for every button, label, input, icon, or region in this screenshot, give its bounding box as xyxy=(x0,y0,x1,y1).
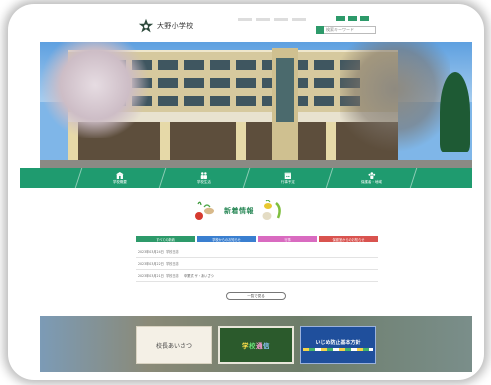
nav-label: 保護者・地域 xyxy=(361,179,383,184)
tab-health-notices[interactable]: 保健室からのお知らせ xyxy=(319,236,378,242)
news-item[interactable]: 2023年03月24日 学校日誌 xyxy=(136,246,378,258)
search-icon[interactable] xyxy=(316,26,324,34)
news-date: 2023年03月24日 xyxy=(138,250,164,254)
utility-button[interactable] xyxy=(336,16,345,21)
people-icon xyxy=(200,171,208,179)
news-date: 2023年03月22日 xyxy=(138,262,164,266)
newsletter-char: 信 xyxy=(263,342,270,350)
web-page: 大野小学校 検索キーワード 学校概要 学校生活 行事予定 保護者・地域 新着情報… xyxy=(20,12,472,372)
anti-bullying-stripe xyxy=(303,348,373,351)
news-title: 新着情報 xyxy=(224,206,254,215)
news-section: 新着情報 すべての新着 学校からのお知らせ 行事 保健室からのお知らせ 2023… xyxy=(20,188,472,316)
banner-area: 校長あいさつ 学校通信 いじめ防止基本方針 xyxy=(40,316,472,372)
main-nav: 学校概要 学校生活 行事予定 保護者・地域 xyxy=(20,168,472,188)
site-logo[interactable]: 大野小学校 xyxy=(138,18,194,34)
nav-spacer-left xyxy=(20,168,81,188)
calendar-icon xyxy=(284,172,292,179)
anti-bullying-policy-banner[interactable]: いじめ防止基本方針 xyxy=(300,326,376,364)
hero-pillar xyxy=(236,122,246,160)
newsletter-char: 通 xyxy=(256,342,263,350)
news-category: 学校日誌 xyxy=(166,274,179,278)
newsletter-char: 学 xyxy=(242,342,249,350)
nav-item-events[interactable]: 行事予定 xyxy=(242,168,333,188)
hero-cherry-tree xyxy=(40,42,150,138)
news-category-tabs: すべての新着 学校からのお知らせ 行事 保健室からのお知らせ xyxy=(136,236,378,242)
group-icon xyxy=(368,171,376,179)
header-link[interactable] xyxy=(274,18,288,21)
school-name: 大野小学校 xyxy=(157,22,194,30)
search-box: 検索キーワード xyxy=(316,26,376,34)
nav-item-guardians[interactable]: 保護者・地域 xyxy=(326,168,417,188)
anti-bullying-label: いじめ防止基本方針 xyxy=(315,340,361,346)
principal-greeting-banner[interactable]: 校長あいさつ xyxy=(136,326,212,364)
nav-label: 学校生活 xyxy=(197,179,212,184)
header-links xyxy=(238,18,306,21)
view-all-news-button[interactable]: 一覧で見る xyxy=(226,292,286,300)
news-heading: 新着情報 xyxy=(192,200,286,222)
news-category: 学校日誌 xyxy=(166,250,179,254)
nav-item-school-life[interactable]: 学校生活 xyxy=(158,168,249,188)
hero-tower-glass xyxy=(276,58,294,122)
principal-greeting-label: 校長あいさつ xyxy=(155,342,192,350)
search-input[interactable]: 検索キーワード xyxy=(324,27,354,33)
tab-all-news[interactable]: すべての新着 xyxy=(136,236,195,242)
school-newsletter-label: 学校通信 xyxy=(242,340,270,350)
header-link[interactable] xyxy=(238,18,252,21)
screenshot-frame: 大野小学校 検索キーワード 学校概要 学校生活 行事予定 保護者・地域 新着情報… xyxy=(8,4,484,380)
school-emblem-icon xyxy=(138,18,154,33)
nav-item-school-overview[interactable]: 学校概要 xyxy=(74,168,165,188)
hero-pillar xyxy=(326,122,336,160)
nav-spacer-right xyxy=(409,168,472,188)
nav-label: 行事予定 xyxy=(280,179,295,184)
news-list: 2023年03月24日 学校日誌 2023年03月22日 学校日誌 2023年0… xyxy=(136,246,378,282)
news-item[interactable]: 2023年03月22日 学校日誌 xyxy=(136,258,378,270)
header-link[interactable] xyxy=(292,18,306,21)
vegetables-illustration-icon xyxy=(195,201,214,220)
hero-evergreen-tree xyxy=(440,72,470,152)
header-link[interactable] xyxy=(256,18,270,21)
news-item[interactable]: 2023年03月21日 学校日誌 卒業式 ザ・あいざつ xyxy=(136,270,378,282)
news-category: 学校日誌 xyxy=(166,262,179,266)
tab-events[interactable]: 行事 xyxy=(258,236,317,242)
site-header: 大野小学校 検索キーワード xyxy=(20,12,472,42)
newsletter-char: 校 xyxy=(249,342,256,350)
hero-photo-school-building xyxy=(40,42,472,168)
school-icon xyxy=(116,171,125,179)
fruits-illustration-icon xyxy=(262,200,281,220)
school-newsletter-banner[interactable]: 学校通信 xyxy=(218,326,294,364)
tab-school-notices[interactable]: 学校からのお知らせ xyxy=(197,236,256,242)
utility-button[interactable] xyxy=(360,16,369,21)
utility-button[interactable] xyxy=(348,16,357,21)
utility-buttons xyxy=(336,16,369,21)
nav-label: 学校概要 xyxy=(113,179,128,184)
news-date: 2023年03月21日 xyxy=(138,274,164,278)
hero-pillar xyxy=(160,122,170,160)
news-headline[interactable]: 卒業式 ザ・あいざつ xyxy=(184,273,378,278)
hero-road xyxy=(40,160,472,168)
hero-bare-tree xyxy=(340,42,450,160)
